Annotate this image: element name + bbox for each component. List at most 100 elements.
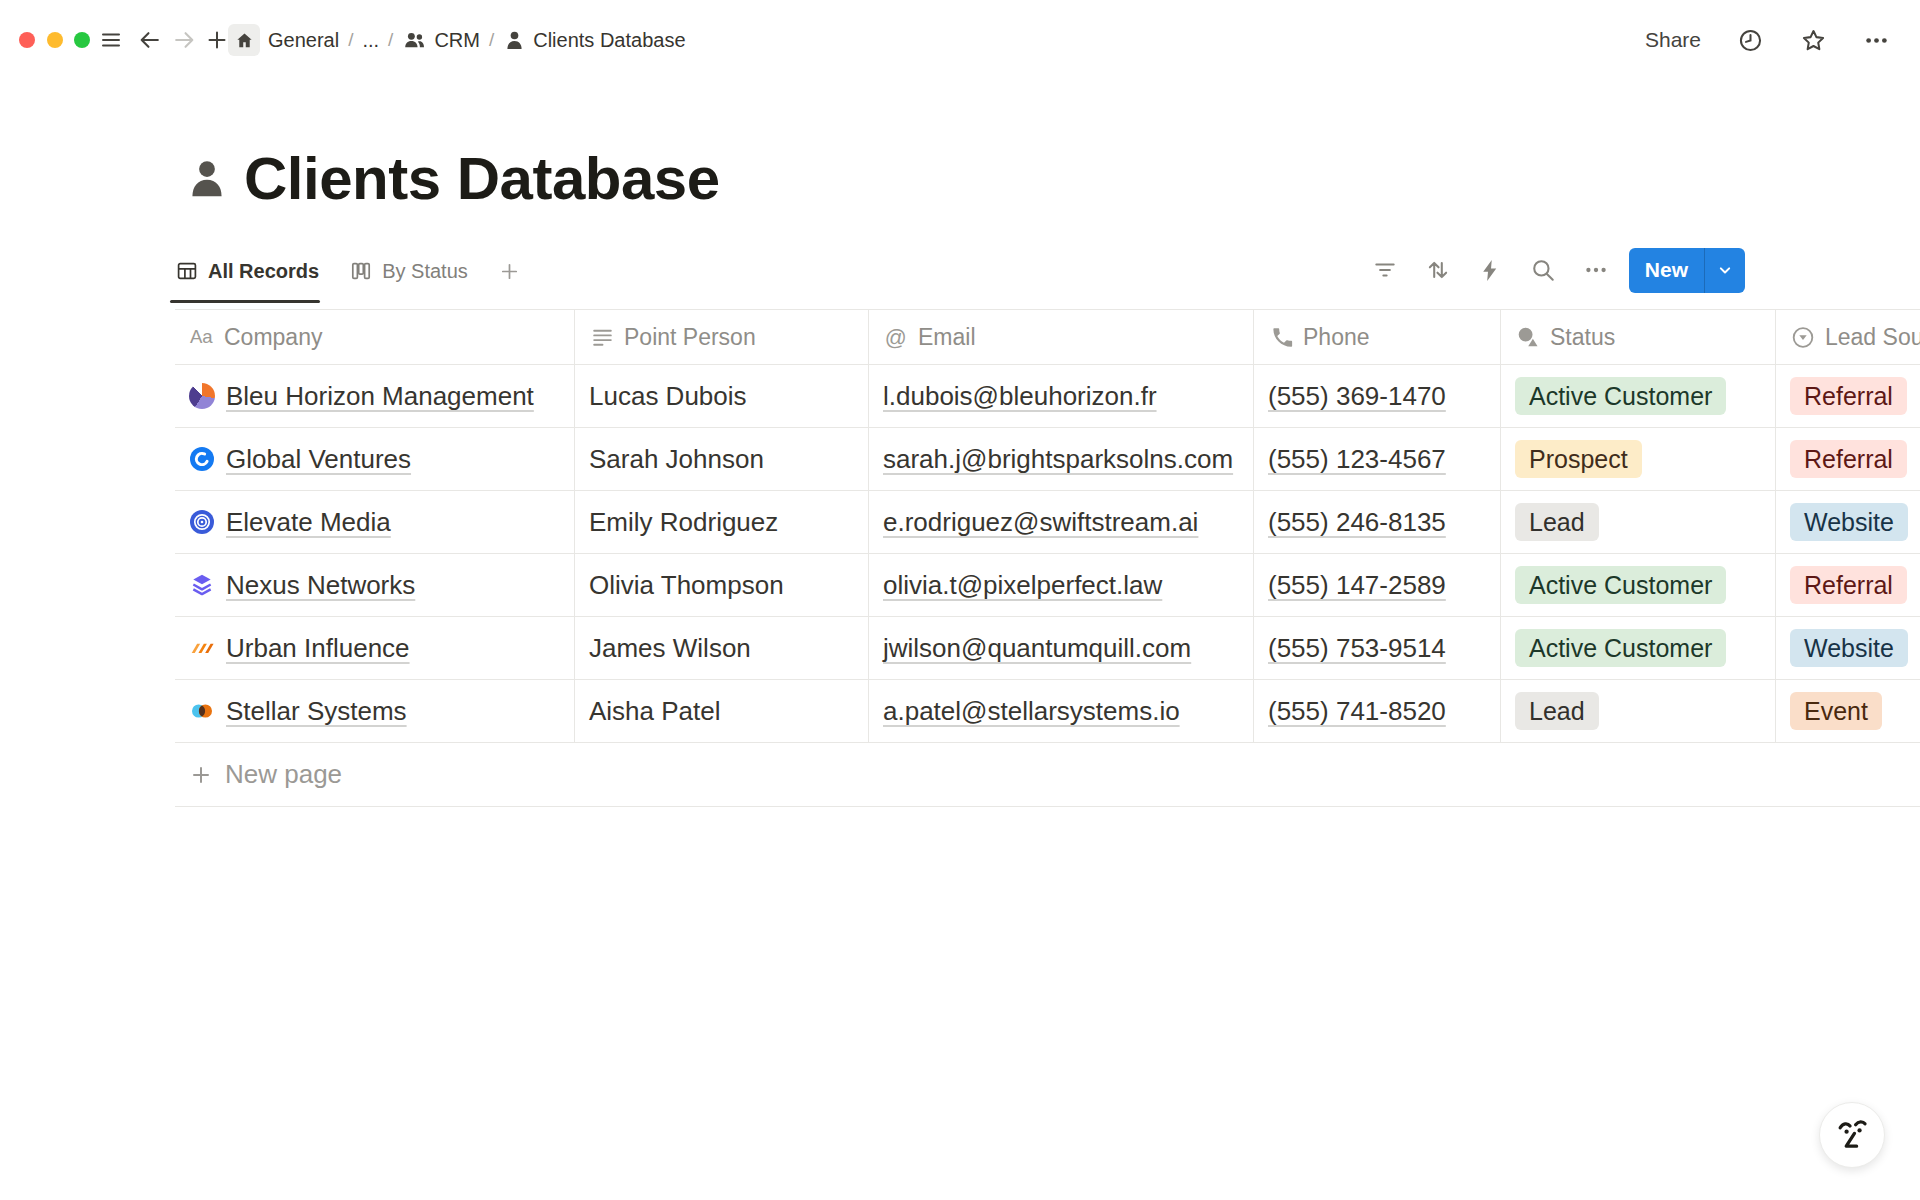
window-top-bar: General/.../CRM/Clients Database Share [0, 0, 1920, 80]
point-person-cell[interactable]: Aisha Patel [575, 680, 869, 742]
search-icon[interactable] [1530, 257, 1556, 283]
email-cell[interactable]: l.dubois@bleuhorizon.fr [869, 365, 1254, 427]
window-zoom-button[interactable] [74, 32, 90, 48]
column-header-phone[interactable]: Phone [1254, 310, 1501, 364]
page-title: Clients Database [244, 144, 720, 213]
select-column-icon [1790, 324, 1816, 351]
breadcrumb-separator: / [348, 29, 353, 51]
point-person-cell[interactable]: Olivia Thompson [575, 554, 869, 616]
sort-icon[interactable] [1425, 257, 1451, 283]
lead-source-cell[interactable]: Website [1776, 491, 1920, 553]
phone-column-icon [1268, 325, 1294, 350]
new-page-row[interactable]: New page [175, 743, 1920, 807]
email-cell[interactable]: olivia.t@pixelperfect.law [869, 554, 1254, 616]
company-logo-pie-chart [189, 383, 215, 409]
share-button[interactable]: Share [1645, 28, 1701, 52]
window-close-button[interactable] [19, 32, 35, 48]
status-cell[interactable]: Lead [1501, 680, 1776, 742]
lead-source-cell[interactable]: Referral [1776, 554, 1920, 616]
column-header-company[interactable]: AaCompany [175, 310, 575, 364]
phone-cell[interactable]: (555) 741-8520 [1254, 680, 1501, 742]
svg-text:Aa: Aa [190, 326, 213, 347]
lead-source-cell[interactable]: Referral [1776, 428, 1920, 490]
company-cell[interactable]: Global Ventures [175, 428, 575, 490]
new-tab-plus-icon[interactable] [205, 28, 229, 52]
lead-source-cell[interactable]: Event [1776, 680, 1920, 742]
table-row: Elevate MediaEmily Rodrigueze.rodriguez@… [175, 491, 1920, 554]
phone-cell[interactable]: (555) 147-2589 [1254, 554, 1501, 616]
company-logo-venn [189, 698, 215, 724]
status-badge: Active Customer [1515, 377, 1726, 415]
point-person-cell[interactable]: Lucas Dubois [575, 365, 869, 427]
at-column-icon: @ [883, 324, 909, 351]
status-cell[interactable]: Active Customer [1501, 617, 1776, 679]
lead-source-cell[interactable]: Referral [1776, 365, 1920, 427]
svg-text:@: @ [885, 324, 907, 349]
point-person-cell[interactable]: Emily Rodriguez [575, 491, 869, 553]
new-record-button[interactable]: New [1629, 248, 1745, 293]
status-badge: Prospect [1515, 440, 1642, 478]
phone-cell[interactable]: (555) 753-9514 [1254, 617, 1501, 679]
window-minimize-button[interactable] [47, 32, 63, 48]
sidebar-menu-icon[interactable] [99, 28, 123, 52]
phone-cell[interactable]: (555) 369-1470 [1254, 365, 1501, 427]
clients-table: AaCompanyPoint Person@EmailPhoneStatusLe… [175, 309, 1920, 807]
tab-by-status[interactable]: By Status [349, 259, 468, 283]
company-logo-spiral [189, 509, 215, 535]
view-toolbar: New [1345, 247, 1745, 293]
breadcrumb-item[interactable]: ... [362, 29, 379, 52]
lead-source-badge: Referral [1790, 440, 1907, 478]
breadcrumb-item[interactable]: Clients Database [503, 29, 685, 52]
plus-icon [189, 763, 213, 787]
breadcrumb-item[interactable]: General [268, 29, 339, 52]
point-person-cell[interactable]: Sarah Johnson [575, 428, 869, 490]
table-row: Nexus NetworksOlivia Thompsonolivia.t@pi… [175, 554, 1920, 617]
new-button-chevron-down-icon[interactable] [1705, 260, 1745, 280]
table-header-row: AaCompanyPoint Person@EmailPhoneStatusLe… [175, 310, 1920, 365]
breadcrumb-item[interactable]: CRM [402, 28, 480, 53]
company-cell[interactable]: Bleu Horizon Management [175, 365, 575, 427]
home-icon[interactable] [228, 24, 260, 56]
status-badge: Lead [1515, 503, 1599, 541]
active-tab-underline [170, 300, 320, 303]
forward-arrow-icon[interactable] [172, 28, 197, 53]
page-icon-person[interactable] [184, 156, 230, 202]
view-options-dots-icon[interactable] [1583, 257, 1609, 283]
status-cell[interactable]: Prospect [1501, 428, 1776, 490]
column-header-lead-source[interactable]: Lead Source [1776, 310, 1920, 364]
automation-bolt-icon[interactable] [1478, 258, 1503, 283]
company-cell[interactable]: Nexus Networks [175, 554, 575, 616]
email-cell[interactable]: e.rodriguez@swiftstream.ai [869, 491, 1254, 553]
point-person-cell[interactable]: James Wilson [575, 617, 869, 679]
email-cell[interactable]: a.patel@stellarsystems.io [869, 680, 1254, 742]
history-clock-icon[interactable] [1737, 27, 1764, 54]
email-cell[interactable]: sarah.j@brightsparksolns.com [869, 428, 1254, 490]
lead-source-badge: Event [1790, 692, 1882, 730]
company-cell[interactable]: Elevate Media [175, 491, 575, 553]
table-row: Global VenturesSarah Johnsonsarah.j@brig… [175, 428, 1920, 491]
lead-source-cell[interactable]: Website [1776, 617, 1920, 679]
breadcrumb-separator: / [388, 29, 393, 51]
tab-all-records[interactable]: All Records [175, 259, 319, 283]
filter-icon[interactable] [1372, 257, 1398, 283]
email-cell[interactable]: jwilson@quantumquill.com [869, 617, 1254, 679]
table-row: Stellar SystemsAisha Patela.patel@stella… [175, 680, 1920, 743]
status-badge: Lead [1515, 692, 1599, 730]
add-view-plus-icon[interactable] [498, 260, 521, 283]
company-cell[interactable]: Urban Influence [175, 617, 575, 679]
more-options-icon[interactable] [1863, 27, 1890, 54]
status-cell[interactable]: Active Customer [1501, 365, 1776, 427]
phone-cell[interactable]: (555) 246-8135 [1254, 491, 1501, 553]
phone-cell[interactable]: (555) 123-4567 [1254, 428, 1501, 490]
back-arrow-icon[interactable] [137, 28, 162, 53]
favorite-star-icon[interactable] [1800, 27, 1827, 54]
column-header-status[interactable]: Status [1501, 310, 1776, 364]
column-header-email[interactable]: @Email [869, 310, 1254, 364]
column-header-point-person[interactable]: Point Person [575, 310, 869, 364]
company-cell[interactable]: Stellar Systems [175, 680, 575, 742]
status-cell[interactable]: Active Customer [1501, 554, 1776, 616]
notion-ai-face-button[interactable] [1819, 1102, 1885, 1168]
status-cell[interactable]: Lead [1501, 491, 1776, 553]
table-row: Urban InfluenceJames Wilsonjwilson@quant… [175, 617, 1920, 680]
people-icon [402, 28, 427, 53]
